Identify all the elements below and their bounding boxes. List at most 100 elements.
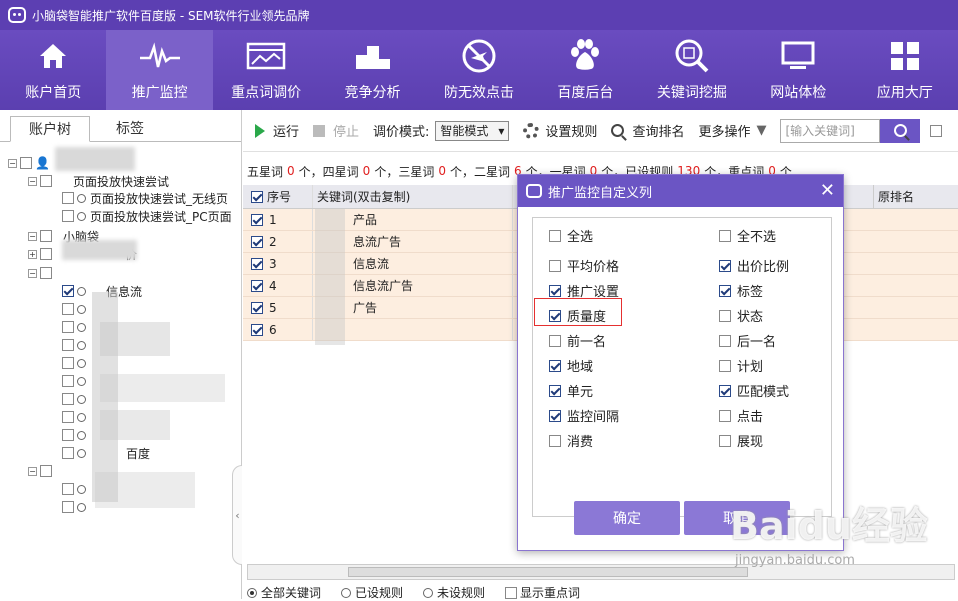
tree-checkbox[interactable] [40, 230, 52, 242]
tree-checkbox[interactable] [62, 192, 74, 204]
tree-leaf[interactable]: 页面投放快速尝试_PC页面 [62, 207, 232, 225]
tab-labels[interactable]: 标签 [90, 115, 170, 141]
toolbar-promo-monitor[interactable]: 推广监控 [106, 30, 213, 110]
tree-checkbox[interactable] [62, 411, 74, 423]
tree-checkbox[interactable] [62, 357, 74, 369]
close-icon[interactable]: ✕ [820, 180, 835, 201]
toolbar-keyword-mining[interactable]: 关键词挖掘 [639, 30, 745, 110]
toolbar-account-home[interactable]: 账户首页 [0, 30, 106, 110]
column-option[interactable]: 地域 [549, 356, 593, 375]
header-keyword[interactable]: 关键词(双击复制) [313, 185, 513, 208]
filter-unset[interactable]: 未设规则 [423, 584, 485, 601]
header-orig-rank[interactable]: 原排名 [873, 184, 914, 209]
toolbar-app-hall[interactable]: 应用大厅 [852, 30, 958, 110]
tree-checkbox[interactable] [62, 483, 74, 495]
tree-leaf[interactable] [62, 426, 90, 444]
collapse-toggle-icon[interactable]: − [28, 268, 37, 278]
column-option[interactable]: 前一名 [549, 331, 606, 350]
toolbar-competition[interactable]: 竞争分析 [319, 30, 425, 110]
row-checkbox[interactable] [251, 279, 263, 292]
tab-account-tree[interactable]: 账户树 [10, 116, 90, 142]
show-key-words[interactable]: 显示重点词 [505, 584, 580, 601]
collapse-toggle-icon[interactable]: − [28, 176, 37, 186]
column-option[interactable]: 展现 [719, 431, 763, 450]
ok-button[interactable]: 确定 [574, 501, 680, 535]
toolbar-anti-click[interactable]: 防无效点击 [426, 30, 532, 110]
tree-checkbox[interactable] [62, 501, 74, 513]
row-checkbox[interactable] [251, 235, 263, 248]
option-label: 消费 [567, 435, 594, 450]
collapse-toggle-icon[interactable]: + [28, 249, 37, 259]
filter-set[interactable]: 已设规则 [341, 584, 403, 601]
scrollbar-thumb[interactable] [348, 567, 748, 577]
filter-all[interactable]: 全部关键词 [247, 584, 321, 601]
stop-button[interactable]: 停止 [313, 121, 359, 140]
tree-node[interactable]: − [28, 462, 55, 480]
tree-leaf[interactable] [62, 498, 90, 516]
toolbar-baidu-backend[interactable]: 百度后台 [532, 30, 638, 110]
row-checkbox[interactable] [251, 257, 263, 270]
tree-checkbox[interactable] [62, 321, 74, 333]
tree-leaf[interactable] [62, 390, 90, 408]
tree-checkbox[interactable] [62, 339, 74, 351]
toolbar-site-check[interactable]: 网站体检 [745, 30, 851, 110]
tree-checkbox[interactable] [62, 447, 74, 459]
column-option[interactable]: 计划 [719, 356, 763, 375]
collapse-toggle-icon[interactable]: − [28, 231, 37, 241]
set-rules-button[interactable]: 设置规则 [523, 121, 597, 140]
tree-leaf[interactable]: 页面投放快速尝试_无线页 [62, 189, 228, 207]
column-option[interactable]: 平均价格 [549, 256, 619, 275]
column-option[interactable]: 后一名 [719, 331, 776, 350]
column-option[interactable]: 监控间隔 [549, 406, 619, 425]
tree-leaf[interactable] [62, 354, 90, 372]
tree-node[interactable]: − 页面投放快速尝试 [28, 172, 169, 190]
tree-leaf[interactable] [62, 408, 90, 426]
select-none-option[interactable]: 全不选 [719, 226, 776, 245]
tree-leaf[interactable] [62, 480, 90, 498]
collapse-toggle-icon[interactable]: − [28, 466, 37, 476]
row-checkbox[interactable] [251, 301, 263, 314]
tree-checkbox[interactable] [62, 429, 74, 441]
tree-checkbox[interactable] [62, 303, 74, 315]
bid-mode-select[interactable]: 智能模式 ▾ [435, 120, 510, 141]
row-seq: 6 [269, 322, 277, 337]
tree-checkbox[interactable] [40, 248, 52, 260]
tree-leaf[interactable] [62, 300, 90, 318]
tree-checkbox[interactable] [20, 157, 32, 169]
option-checkbox[interactable] [930, 124, 943, 137]
search-button[interactable] [880, 118, 921, 143]
collapse-toggle-icon[interactable]: − [8, 158, 17, 168]
tree-checkbox[interactable] [40, 465, 52, 477]
select-all-checkbox[interactable] [251, 190, 263, 203]
select-all-option[interactable]: 全选 [549, 226, 593, 245]
tree-checkbox[interactable] [62, 393, 74, 405]
toolbar-key-bid[interactable]: 重点词调价 [213, 30, 319, 110]
header-seq[interactable]: 序号 [243, 185, 313, 208]
keyword-search-input[interactable]: [输入关键词] [780, 118, 881, 143]
tree-checkbox[interactable] [62, 210, 74, 222]
tree-leaf[interactable] [62, 372, 90, 390]
tree-node[interactable]: − [28, 264, 55, 282]
column-option[interactable]: 点击 [719, 406, 763, 425]
tree-checkbox[interactable] [62, 285, 74, 297]
run-button[interactable]: 运行 [255, 121, 299, 140]
row-checkbox[interactable] [251, 213, 263, 226]
column-option[interactable]: 消费 [549, 431, 593, 450]
column-option[interactable]: 状态 [719, 306, 763, 325]
row-checkbox[interactable] [251, 323, 263, 336]
left-tabs: 账户树 标签 [0, 110, 241, 142]
column-option[interactable]: 匹配模式 [719, 381, 789, 400]
column-option[interactable]: 标签 [719, 281, 763, 300]
column-option[interactable]: 单元 [549, 381, 593, 400]
tree-checkbox[interactable] [40, 267, 52, 279]
tree-checkbox[interactable] [40, 175, 52, 187]
query-rank-button[interactable]: 查询排名 [611, 121, 684, 140]
stats-count: 0 [287, 164, 295, 178]
panel-collapse-handle[interactable]: ‹ [232, 465, 242, 565]
tree-leaf[interactable] [62, 336, 90, 354]
tree-checkbox[interactable] [62, 375, 74, 387]
column-option[interactable]: 出价比例 [719, 256, 789, 275]
tree-root[interactable]: − 👤 [8, 154, 50, 172]
more-actions-button[interactable]: 更多操作 ▼ [698, 121, 766, 140]
tree-leaf[interactable] [62, 318, 90, 336]
